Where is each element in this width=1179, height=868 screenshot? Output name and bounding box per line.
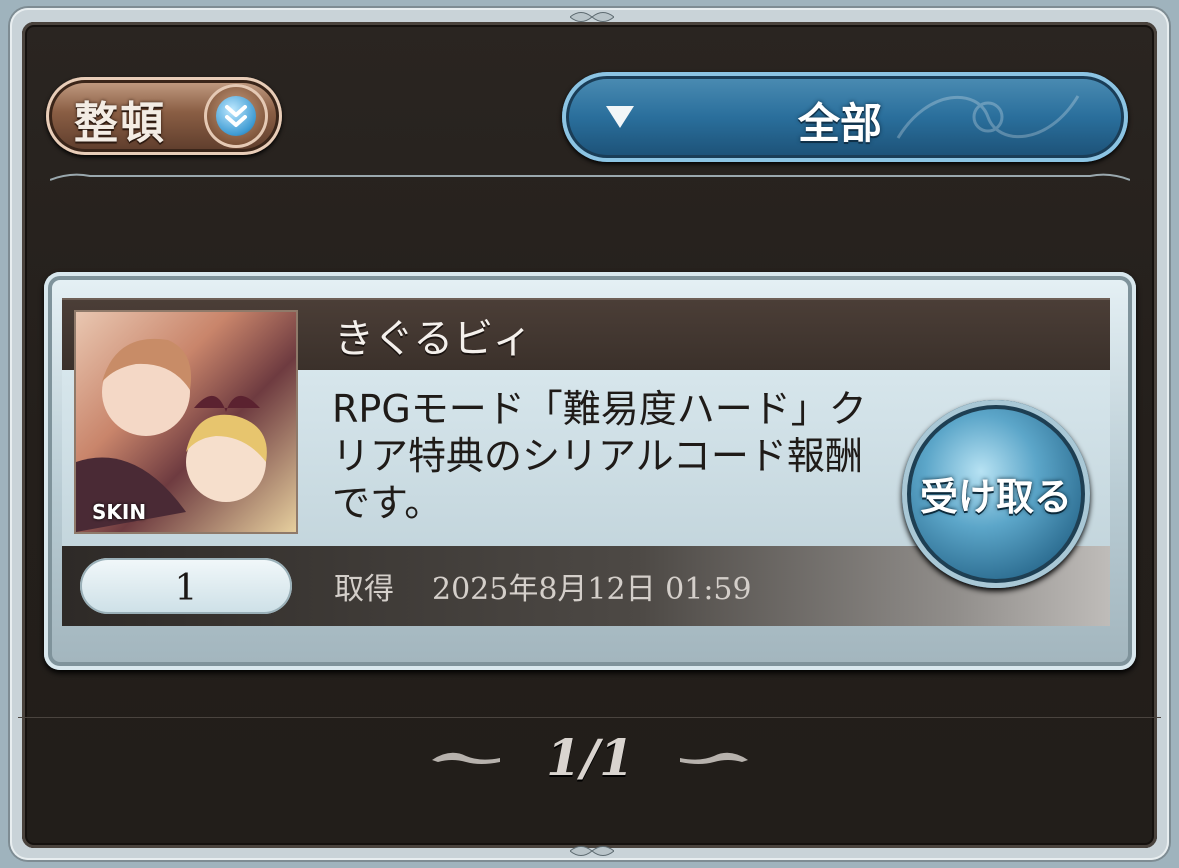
- filter-dropdown-value: 全部: [798, 99, 883, 148]
- receive-button-label: 受け取る: [919, 475, 1072, 519]
- divider-line: [50, 173, 1130, 181]
- mail-message: RPGモード「難易度ハード」クリア特典のシリアルコード報酬です。: [332, 387, 867, 525]
- quantity-value: 1: [174, 568, 198, 609]
- pagination: 1/1: [430, 728, 750, 788]
- page-number: 1/1: [546, 728, 634, 787]
- bottom-divider: [18, 717, 1161, 718]
- page-prev-icon[interactable]: [430, 746, 502, 770]
- received-label: 取得: [334, 572, 394, 607]
- sort-button[interactable]: 整頓: [46, 77, 282, 155]
- chevron-double-down-icon: [204, 84, 268, 148]
- skin-tag: SKIN: [92, 500, 147, 524]
- received-date: 2025年8月12日 01:59: [432, 572, 752, 607]
- receive-button[interactable]: 受け取る: [902, 400, 1090, 588]
- ornament-bottom-icon: [570, 846, 614, 856]
- filter-ornament-icon: [896, 95, 1080, 139]
- filter-dropdown[interactable]: 全部: [562, 72, 1128, 162]
- mail-item: SKIN きぐるビィ RPGモード「難易度ハード」クリア特典のシリアルコード報酬…: [44, 272, 1136, 670]
- reward-thumbnail: SKIN: [74, 310, 298, 534]
- mail-sender: きぐるビィ: [334, 316, 533, 362]
- quantity-badge: 1: [80, 558, 292, 614]
- page-next-icon[interactable]: [678, 746, 750, 770]
- sort-button-label: 整頓: [74, 98, 166, 149]
- triangle-down-icon: [606, 106, 634, 128]
- ornament-top-icon: [570, 12, 614, 22]
